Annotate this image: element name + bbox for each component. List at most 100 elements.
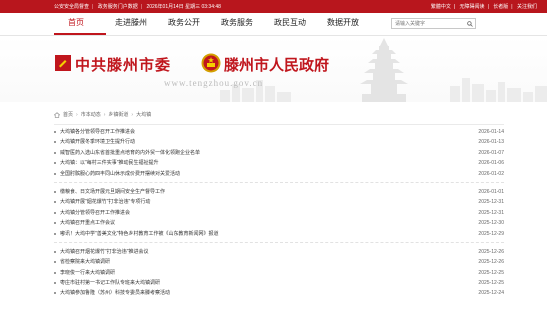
divider: | [453, 4, 456, 10]
news-date: 2026-01-01 [478, 188, 504, 195]
list-item[interactable]: 全国肘髌服心药四丰同山休示成价费开摆续对关爱活动 2026-01-02 [54, 169, 504, 179]
news-title[interactable]: 嘟讯！大坞中学"善美文化"特色乡村教育工作被《山东教育新闻网》报道 [60, 229, 219, 239]
nav-about-tengzhou[interactable]: 走进滕州 [115, 17, 147, 28]
top-link-security[interactable]: 公安安全局督查 [54, 4, 89, 10]
news-date: 2026-01-07 [478, 149, 504, 156]
site-banner: 中共滕州市委 滕州市人民政府 www.tengzhou.gov.cn [0, 36, 547, 102]
top-utility-bar: 公安安全局督查 | 政务服务门户数据 | 2026年01月14日 星期三 03:34… [0, 0, 547, 13]
current-datetime: 2026年01月14日 星期三 03:34:48 [146, 4, 221, 10]
news-title[interactable]: 李晓俊一行来大坞镇调研 [60, 268, 115, 278]
list-item[interactable]: 大坞镇召开重点工作会议 2025-12-30 [54, 218, 504, 228]
news-date: 2026-01-02 [478, 170, 504, 177]
news-title[interactable]: 枣庄市驻村第一书记工作队专班来大坞镇调研 [60, 278, 160, 288]
list-item[interactable]: 缴粮食、日文场开展元旦期间安全生产督导工作 2026-01-01 [54, 187, 504, 197]
chevron-right-icon: › [76, 111, 78, 118]
national-emblem-icon [201, 53, 221, 73]
party-emblem-icon [55, 55, 71, 71]
group-divider [54, 179, 504, 183]
news-date: 2026-01-13 [478, 139, 504, 146]
bullet-icon [54, 222, 56, 225]
traditional-chinese-link[interactable]: 繁體中文 [431, 4, 451, 10]
news-title[interactable]: 大坞镇召开重点工作会议 [60, 218, 115, 228]
top-bar-right: 繁體中文 | 无障碍阅读 | 长者版 | 关注我们 [428, 3, 537, 10]
news-title[interactable]: 大坞镇：以"每村三件实事"推动民生福祉提升 [60, 158, 159, 168]
news-date: 2025-12-25 [478, 280, 504, 287]
nav-active-indicator [54, 33, 106, 35]
nav-public-interaction[interactable]: 政民互动 [274, 17, 306, 28]
bullet-icon [54, 250, 56, 253]
list-item[interactable]: 大坞镇召开烟花爆竹"打非治违"推进会议 2025-12-26 [54, 247, 504, 257]
site-url: www.tengzhou.gov.cn [164, 78, 264, 88]
bullet-icon [54, 201, 56, 204]
top-bar-left: 公安安全局督查 | 政务服务门户数据 | 2026年01月14日 星期三 03:34… [54, 3, 224, 10]
news-date: 2025-12-29 [478, 230, 504, 237]
divider: | [511, 4, 513, 10]
breadcrumb-towns[interactable]: 乡镇街道 [108, 111, 128, 118]
list-item[interactable]: 嘟讯！大坞中学"善美文化"特色乡村教育工作被《山东教育新闻网》报道 2025-12… [54, 229, 504, 239]
list-item[interactable]: 大坞镇参加鲁隆（苏州）科技专委员来滕考察活动 2025-12-24 [54, 288, 504, 298]
news-date: 2025-12-24 [478, 290, 504, 297]
follow-us-link[interactable]: 关注我们 [517, 4, 537, 10]
list-item[interactable]: 大坞镇开展冬季环境卫生提升行动 2026-01-13 [54, 137, 504, 147]
list-item[interactable]: 大坞镇各分管领导召开工作推进会 2026-01-14 [54, 127, 504, 137]
news-title[interactable]: 省检察院来大坞镇调研 [60, 257, 110, 267]
list-item[interactable]: 李晓俊一行来大坞镇调研 2025-12-25 [54, 268, 504, 278]
news-title[interactable]: 大坞镇参加鲁隆（苏州）科技专委员来滕考察活动 [60, 288, 170, 298]
list-item[interactable]: 大坞镇开展"烟花爆竹"打非治违"专项行动 2025-12-31 [54, 197, 504, 207]
search-box [391, 18, 476, 29]
bullet-icon [54, 282, 56, 285]
bullet-icon [54, 232, 56, 235]
breadcrumb-home[interactable]: 首页 [63, 111, 73, 118]
group-divider [54, 239, 504, 243]
pagoda-graphic [360, 38, 408, 102]
news-title[interactable]: 大坞镇分管领导召开工作推进会 [60, 208, 130, 218]
search-button[interactable] [465, 19, 475, 28]
nav-government-services[interactable]: 政务服务 [221, 17, 253, 28]
news-title[interactable]: 威智医药入选山东省首批重点培育的内外贸一体化领跑企业名单 [60, 148, 200, 158]
divider: | [487, 4, 489, 10]
chevron-right-icon: › [131, 111, 134, 118]
news-date: 2025-12-26 [478, 259, 504, 266]
news-title[interactable]: 大坞镇召开烟花爆竹"打非治违"推进会议 [60, 247, 149, 257]
news-title[interactable]: 大坞镇开展"烟花爆竹"打非治违"专项行动 [60, 197, 150, 207]
top-link-portal[interactable]: 政务服务门户数据 [98, 4, 138, 10]
news-date: 2025-12-30 [478, 220, 504, 227]
news-title[interactable]: 全国肘髌服心药四丰同山休示成价费开摆续对关爱活动 [60, 169, 180, 179]
news-date: 2026-01-14 [478, 129, 504, 135]
news-date: 2025-12-26 [478, 248, 504, 255]
news-date: 2025-12-31 [478, 209, 504, 216]
elder-mode-link[interactable]: 长者版 [493, 4, 508, 10]
bullet-icon [54, 292, 56, 295]
accessibility-link[interactable]: 无障碍阅读 [460, 4, 485, 10]
list-item[interactable]: 威智医药入选山东省首批重点培育的内外贸一体化领跑企业名单 2026-01-07 [54, 148, 504, 158]
news-title[interactable]: 大坞镇各分管领导召开工作推进会 [60, 127, 135, 137]
divider: | [92, 4, 94, 10]
news-title[interactable]: 大坞镇开展冬季环境卫生提升行动 [60, 137, 135, 147]
search-icon [467, 20, 473, 27]
bullet-icon [54, 271, 56, 274]
news-title[interactable]: 缴粮食、日文场开展元旦期间安全生产督导工作 [60, 187, 165, 197]
divider: | [140, 4, 143, 10]
list-item[interactable]: 枣庄市驻村第一书记工作队专班来大坞镇调研 2025-12-25 [54, 278, 504, 288]
home-icon [54, 111, 60, 118]
list-item[interactable]: 省检察院来大坞镇调研 2025-12-26 [54, 257, 504, 267]
breadcrumb-city-news[interactable]: 市本动态 [81, 111, 101, 118]
government-title: 滕州市人民政府 [224, 57, 330, 74]
news-list: 大坞镇各分管领导召开工作推进会 2026-01-14 大坞镇开展冬季环境卫生提升行… [54, 127, 504, 299]
bullet-icon [54, 211, 56, 214]
search-input[interactable] [392, 19, 465, 28]
breadcrumb-current: 大坞镇 [136, 112, 152, 118]
nav-open-data[interactable]: 数据开放 [327, 17, 359, 28]
bullet-icon [54, 190, 56, 193]
news-date: 2025-12-31 [478, 199, 504, 206]
nav-home[interactable]: 首页 [68, 17, 84, 28]
bullet-icon [54, 141, 56, 144]
nav-government-affairs[interactable]: 政务公开 [168, 17, 200, 28]
divider [54, 124, 504, 125]
list-item[interactable]: 大坞镇分管领导召开工作推进会 2025-12-31 [54, 208, 504, 218]
bullet-icon [54, 261, 56, 264]
chevron-right-icon: › [103, 111, 106, 118]
bullet-icon [54, 131, 56, 133]
bullet-icon [54, 162, 56, 165]
list-item[interactable]: 大坞镇：以"每村三件实事"推动民生福祉提升 2026-01-06 [54, 158, 504, 168]
